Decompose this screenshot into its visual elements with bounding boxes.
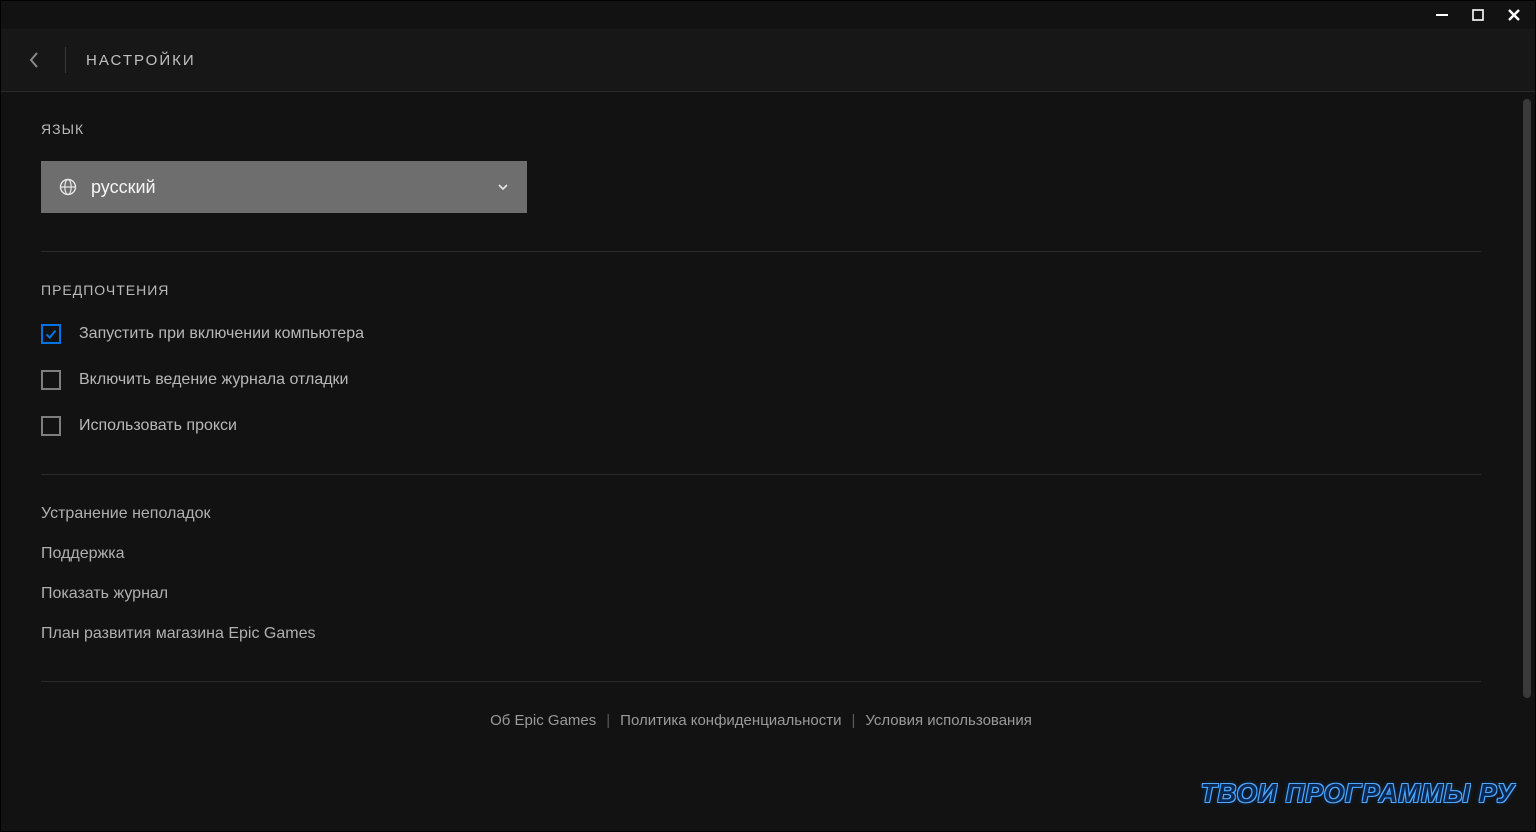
minimize-button[interactable] (1435, 8, 1449, 22)
scroll-area: ЯЗЫК русский ПРЕДПОЧТЕНИЯ Запустить при … (1, 93, 1521, 831)
checkbox-icon (41, 370, 61, 390)
header-separator (65, 47, 66, 73)
back-button[interactable] (23, 49, 45, 71)
language-select[interactable]: русский (41, 161, 527, 213)
language-select-value: русский (91, 177, 497, 198)
checkbox-label: Использовать прокси (79, 417, 237, 435)
content: ЯЗЫК русский ПРЕДПОЧТЕНИЯ Запустить при … (1, 93, 1521, 749)
chevron-down-icon (497, 181, 509, 193)
page-title: НАСТРОЙКИ (86, 52, 196, 69)
footer-about[interactable]: Об Epic Games (490, 712, 596, 729)
link-show-log[interactable]: Показать журнал (41, 585, 1481, 603)
footer: Об Epic Games | Политика конфиденциально… (41, 712, 1481, 729)
divider (41, 681, 1481, 682)
checkbox-label: Запустить при включении компьютера (79, 325, 364, 343)
footer-separator: | (851, 712, 855, 729)
close-button[interactable] (1507, 8, 1521, 22)
footer-terms[interactable]: Условия использования (865, 712, 1032, 729)
app-window: НАСТРОЙКИ ЯЗЫК русский ПРЕДПОЧТЕНИЯ Запу (0, 0, 1536, 832)
link-troubleshoot[interactable]: Устранение неполадок (41, 505, 1481, 523)
scrollbar-thumb[interactable] (1523, 99, 1531, 698)
scrollbar[interactable] (1523, 99, 1531, 795)
header: НАСТРОЙКИ (1, 29, 1535, 92)
maximize-button[interactable] (1471, 8, 1485, 22)
checkbox-label: Включить ведение журнала отладки (79, 371, 348, 389)
section-label-preferences: ПРЕДПОЧТЕНИЯ (41, 282, 1481, 298)
link-support[interactable]: Поддержка (41, 545, 1481, 563)
checkbox-icon (41, 324, 61, 344)
divider (41, 251, 1481, 252)
link-roadmap[interactable]: План развития магазина Epic Games (41, 625, 1481, 643)
footer-separator: | (606, 712, 610, 729)
globe-icon (59, 178, 77, 196)
checkbox-debug-logging[interactable]: Включить ведение журнала отладки (41, 370, 1481, 390)
checkbox-icon (41, 416, 61, 436)
divider (41, 474, 1481, 475)
checkbox-run-on-startup[interactable]: Запустить при включении компьютера (41, 324, 1481, 344)
footer-privacy[interactable]: Политика конфиденциальности (620, 712, 841, 729)
window-controls (1421, 1, 1535, 29)
checkbox-use-proxy[interactable]: Использовать прокси (41, 416, 1481, 436)
section-label-language: ЯЗЫК (41, 121, 1481, 137)
links-section: Устранение неполадок Поддержка Показать … (41, 505, 1481, 643)
